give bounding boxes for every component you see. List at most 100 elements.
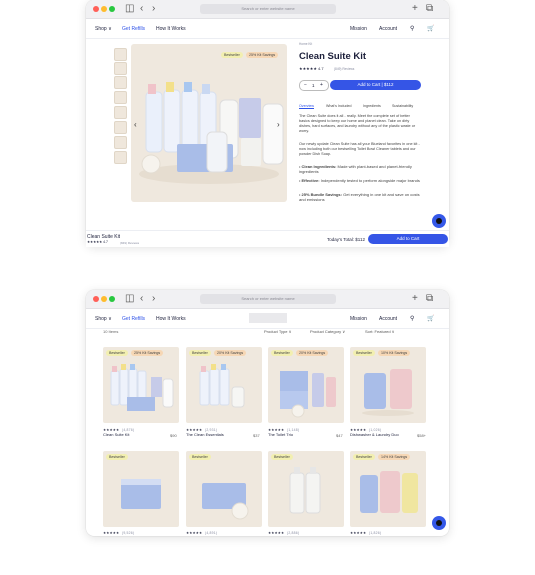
url-placeholder: Search or enter website name — [241, 6, 295, 11]
bestseller-badge: Bestseller — [271, 454, 293, 460]
product-card-image[interactable] — [268, 451, 344, 527]
product-thumbnail[interactable] — [114, 76, 127, 89]
product-card-image[interactable] — [186, 451, 262, 527]
card-product-name[interactable]: The Toilet Trio — [268, 432, 293, 437]
card-reviews: (4,891) — [205, 531, 218, 535]
nav-account[interactable]: Account — [379, 316, 397, 322]
benefit-item: • Effective: Independently tested to per… — [299, 178, 420, 183]
tab-ingredients[interactable]: Ingredients — [363, 104, 381, 108]
product-card-image[interactable] — [268, 347, 344, 423]
nav-get-refills[interactable]: Get Refills — [122, 316, 145, 322]
tab-overview[interactable]: Overview — [299, 104, 314, 109]
product-thumbnail[interactable] — [114, 106, 127, 119]
tab-whats-included[interactable]: What's Included — [326, 104, 351, 108]
product-card-image[interactable] — [103, 347, 179, 423]
close-window-button[interactable] — [93, 296, 99, 302]
site-nav: Shop ∨ Get Refills How It Works Mission … — [86, 309, 449, 329]
product-thumbnail[interactable] — [114, 121, 127, 134]
nav-account[interactable]: Account — [379, 26, 397, 32]
search-icon[interactable]: ⚲ — [410, 25, 414, 32]
product-illustration — [360, 471, 418, 513]
forward-icon[interactable]: › — [152, 293, 155, 305]
sticky-rating: ★★★★★ 4.7 — [87, 240, 108, 244]
chat-button[interactable] — [432, 516, 446, 530]
product-illustration — [202, 483, 249, 520]
product-thumbnail[interactable] — [114, 48, 127, 61]
filter-product-type[interactable]: Product Type ∨ — [264, 329, 292, 334]
sidebar-icon[interactable]: ◫ — [125, 293, 134, 305]
chat-button[interactable] — [432, 214, 446, 228]
product-thumbnail[interactable] — [114, 151, 127, 164]
sticky-add-to-cart-button[interactable]: Add to Cart — [368, 234, 448, 244]
tabs-overview-icon[interactable]: ⧉ — [426, 293, 433, 305]
tab-sustainability[interactable]: Sustainability — [392, 104, 413, 108]
reviews-link[interactable]: (849) Reviews — [334, 67, 354, 71]
product-illustration — [139, 82, 284, 184]
card-reviews: (9,526) — [122, 531, 135, 535]
tabs-overview-icon[interactable]: ⧉ — [426, 3, 433, 15]
nav-mission[interactable]: Mission — [350, 26, 367, 32]
maximize-window-button[interactable] — [109, 296, 115, 302]
image-next-icon[interactable]: › — [277, 120, 280, 129]
benefit-item: • 25% Bundle Savings: Get everything in … — [299, 192, 420, 202]
back-icon[interactable]: ‹ — [140, 293, 143, 305]
close-window-button[interactable] — [93, 6, 99, 12]
savings-badge: 10% Kit Savings — [378, 350, 411, 356]
nav-mission[interactable]: Mission — [350, 316, 367, 322]
nav-how-it-works[interactable]: How It Works — [156, 26, 186, 32]
new-tab-icon[interactable]: + — [412, 3, 418, 15]
minimize-window-button[interactable] — [101, 6, 107, 12]
card-product-name[interactable]: The Clean Essentials — [186, 432, 224, 437]
image-prev-icon[interactable]: ‹ — [134, 120, 137, 129]
increase-icon[interactable]: + — [320, 82, 323, 88]
card-price: $37 — [253, 433, 260, 438]
card-rating: ★★★★★ — [268, 531, 285, 535]
product-illustration — [121, 479, 161, 509]
product-illustration — [199, 364, 245, 408]
sidebar-icon[interactable]: ◫ — [125, 3, 134, 15]
benefit-item: • Clean Ingredients: Made with plant-bas… — [299, 164, 412, 174]
nav-how-it-works[interactable]: How It Works — [156, 316, 186, 322]
cart-icon[interactable]: 🛒 — [427, 25, 434, 32]
card-product-name[interactable]: Dishwasher & Laundry Duo — [350, 432, 399, 437]
url-placeholder: Search or enter website name — [241, 296, 295, 301]
bestseller-badge: Bestseller — [353, 350, 375, 356]
filter-product-category[interactable]: Product Category ∨ — [310, 329, 345, 334]
url-input[interactable]: Search or enter website name — [200, 294, 336, 304]
logo-placeholder[interactable] — [249, 313, 287, 323]
card-reviews: (2,886) — [287, 531, 300, 535]
card-reviews: (1,826) — [369, 531, 382, 535]
nav-get-refills[interactable]: Get Refills — [122, 26, 145, 32]
sticky-reviews[interactable]: (849) Reviews — [120, 241, 139, 245]
sticky-total: Today's Total: $112 — [327, 237, 365, 242]
product-card-image[interactable] — [103, 451, 179, 527]
product-card-image[interactable] — [350, 347, 426, 423]
quantity-stepper[interactable]: − 1 + — [299, 80, 329, 91]
product-thumbnail[interactable] — [114, 62, 127, 75]
minimize-window-button[interactable] — [101, 296, 107, 302]
product-thumbnail[interactable] — [114, 91, 127, 104]
product-thumbnail[interactable] — [114, 136, 127, 149]
nav-shop[interactable]: Shop ∨ — [95, 316, 112, 322]
forward-icon[interactable]: › — [152, 3, 155, 15]
url-input[interactable]: Search or enter website name — [200, 4, 336, 14]
add-to-cart-button[interactable]: Add to Cart | $112 — [330, 80, 421, 90]
maximize-window-button[interactable] — [109, 6, 115, 12]
item-count: 10 Items — [103, 329, 119, 334]
search-icon[interactable]: ⚲ — [410, 315, 414, 322]
back-icon[interactable]: ‹ — [140, 3, 143, 15]
product-title: Clean Suite Kit — [299, 51, 367, 62]
cart-icon[interactable]: 🛒 — [427, 315, 434, 322]
benefit-text: Independently tested to perform alongsid… — [320, 178, 420, 183]
product-card-image[interactable] — [350, 451, 426, 527]
product-card-image[interactable] — [186, 347, 262, 423]
new-tab-icon[interactable]: + — [412, 293, 418, 305]
decrease-icon[interactable]: − — [304, 82, 307, 88]
card-product-name[interactable]: Clean Suite Kit — [103, 432, 129, 437]
breadcrumb[interactable]: Home Kit — [299, 42, 312, 46]
sort-dropdown[interactable]: Sort: Featured ∨ — [365, 329, 395, 334]
bestseller-badge: Bestseller — [189, 454, 211, 460]
nav-shop[interactable]: Shop ∨ — [95, 26, 112, 32]
card-price: $90 — [170, 433, 177, 438]
browser-toolbar: ◫ ‹ › Search or enter website name + ⧉ — [86, 290, 449, 309]
